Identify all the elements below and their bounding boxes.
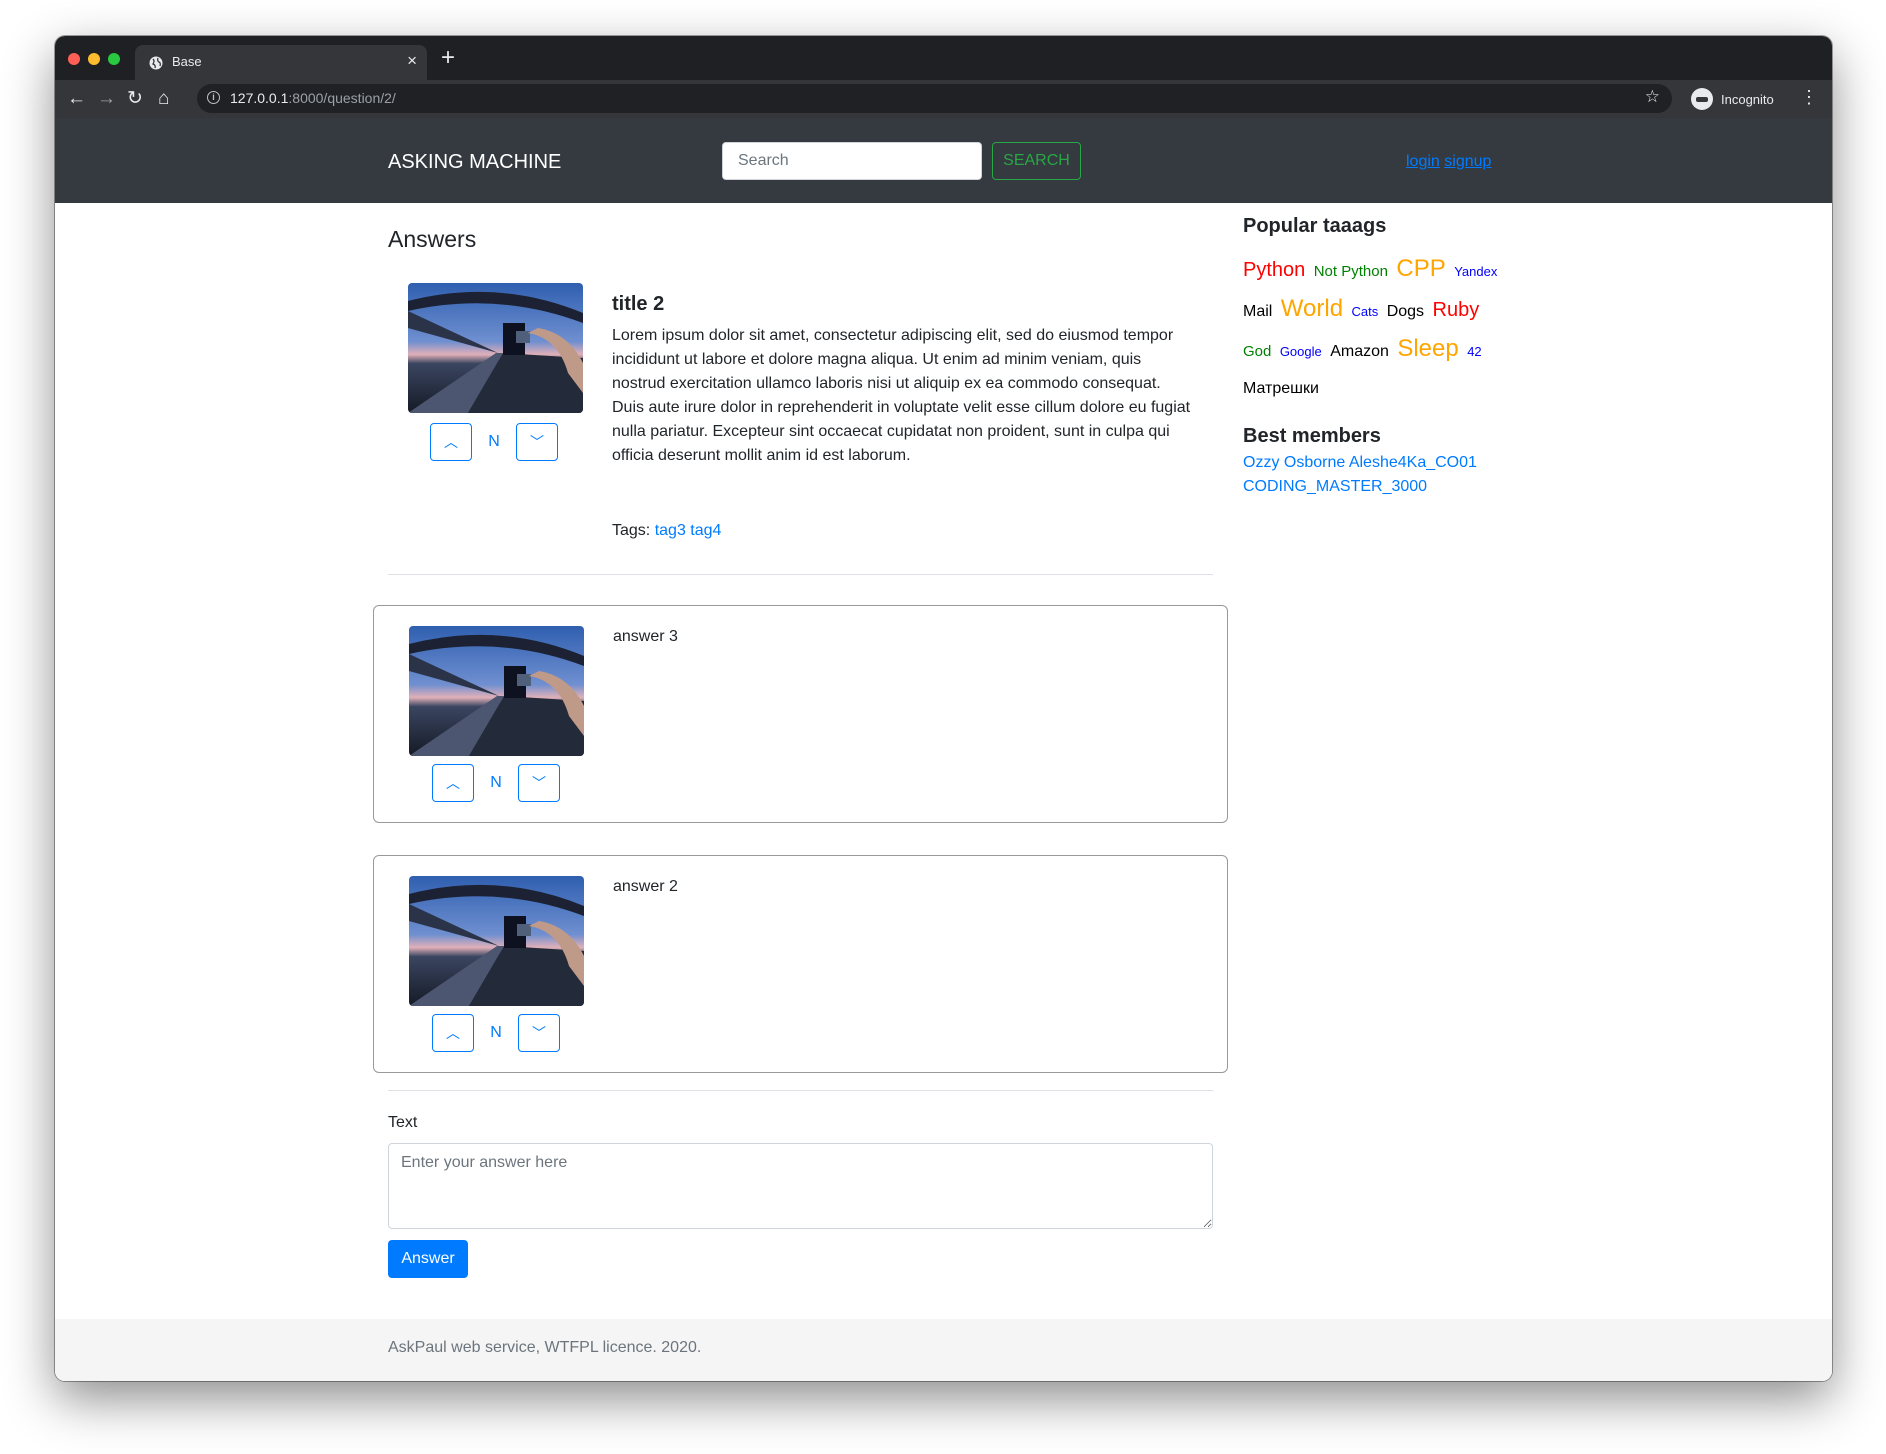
tag-cloud-item[interactable]: Yandex (1454, 264, 1497, 279)
vote-count: N (490, 1024, 502, 1041)
answer-image (409, 876, 584, 1006)
vote-count: N (488, 433, 500, 450)
tag-cloud-item[interactable]: Dogs (1387, 303, 1424, 320)
question-body: Lorem ipsum dolor sit amet, consectetur … (612, 327, 1191, 464)
answer-submit-button[interactable]: Answer (388, 1240, 468, 1278)
browser-window: Base × + ← → ↻ ⌂ i 127.0.0.1:8000/questi… (55, 36, 1832, 1381)
menu-kebab-icon[interactable]: ⋮ (1800, 88, 1818, 106)
incognito-label: Incognito (1721, 91, 1774, 107)
browser-toolbar: ← → ↻ ⌂ i 127.0.0.1:8000/question/2/ ☆ I… (55, 80, 1832, 118)
question-image (408, 283, 583, 413)
tag-cloud-item[interactable]: Sleep (1397, 335, 1458, 362)
site-footer: AskPaul web service, WTFPL licence. 2020… (55, 1319, 1832, 1381)
footer-text: AskPaul web service, WTFPL licence. 2020… (388, 1339, 702, 1356)
tag-cloud-item[interactable]: Cats (1352, 304, 1379, 319)
tag-link[interactable]: tag4 (690, 522, 721, 539)
address-bar[interactable]: i 127.0.0.1:8000/question/2/ ☆ (197, 84, 1672, 113)
signup-link[interactable]: signup (1444, 153, 1491, 170)
tag-cloud-item[interactable]: Amazon (1330, 343, 1389, 360)
url-host: 127.0.0.1 (230, 90, 289, 106)
member-link[interactable]: CODING_MASTER_3000 (1243, 478, 1427, 495)
downvote-button[interactable]: ﹀ (518, 1014, 560, 1052)
upvote-button[interactable]: ︿ (432, 1014, 474, 1052)
bookmark-star-icon[interactable]: ☆ (1645, 87, 1660, 107)
answer-text: answer 2 (613, 878, 678, 895)
tag-link[interactable]: tag3 (655, 522, 686, 539)
upvote-button[interactable]: ︿ (430, 423, 472, 461)
tab-active[interactable]: Base × (135, 45, 427, 80)
best-members-heading: Best members (1243, 425, 1381, 447)
url-path: :8000/question/2/ (288, 90, 396, 106)
member-link[interactable]: Ozzy Osborne (1243, 454, 1345, 471)
tag-cloud-item[interactable]: Матрешки (1243, 380, 1319, 397)
tag-cloud-item[interactable]: 42 (1467, 344, 1481, 359)
answer-form-label: Text (388, 1114, 418, 1131)
downvote-button[interactable]: ﹀ (518, 764, 560, 802)
auth-links: login signup (1406, 153, 1491, 171)
new-tab-icon[interactable]: + (441, 44, 455, 72)
answer-vote-controls: ︿ N ﹀ (432, 764, 560, 802)
tag-cloud-item[interactable]: God (1243, 343, 1271, 360)
site-info-icon[interactable]: i (207, 91, 220, 104)
bridge-photo (408, 283, 583, 413)
tag-cloud-item[interactable]: CPP (1396, 255, 1445, 282)
tag-cloud-item[interactable]: Google (1280, 344, 1322, 359)
answer-card: ︿ N ﹀ answer 2 (373, 855, 1228, 1073)
tab-bar: Base × + (55, 36, 1832, 80)
tag-cloud: Python Not Python CPP Yandex Mail World … (1243, 250, 1508, 407)
tags-label: Tags: (612, 522, 651, 539)
home-icon[interactable]: ⌂ (158, 88, 169, 110)
tag-cloud-item[interactable]: World (1281, 295, 1343, 322)
question-title: title 2 (612, 293, 665, 315)
question-tags: Tags: tag3 tag4 (612, 522, 721, 540)
question-vote-controls: ︿ N ﹀ (430, 423, 558, 461)
page: ASKING MACHINE SEARCH login signup Answe… (55, 118, 1832, 1381)
page-title: Answers (388, 226, 477, 252)
downvote-button[interactable]: ﹀ (516, 423, 558, 461)
forward-icon[interactable]: → (97, 88, 116, 110)
close-window-button[interactable] (68, 53, 80, 65)
minimize-window-button[interactable] (88, 53, 100, 65)
answer-image (409, 626, 584, 756)
site-brand[interactable]: ASKING MACHINE (388, 151, 561, 174)
popular-tags-heading: Popular taaags (1243, 215, 1387, 237)
tab-close-icon[interactable]: × (407, 51, 417, 71)
globe-icon (149, 56, 163, 70)
bridge-photo (409, 876, 584, 1006)
back-icon[interactable]: ← (67, 88, 86, 110)
answer-vote-controls: ︿ N ﹀ (432, 1014, 560, 1052)
maximize-window-button[interactable] (108, 53, 120, 65)
tag-cloud-item[interactable]: Python (1243, 259, 1305, 281)
answer-text: answer 3 (613, 628, 678, 645)
incognito-badge[interactable]: Incognito (1691, 85, 1774, 113)
divider (388, 574, 1213, 575)
url-text[interactable]: 127.0.0.1:8000/question/2/ (230, 90, 396, 106)
bridge-photo (409, 626, 584, 756)
tag-cloud-item[interactable]: Mail (1243, 303, 1272, 320)
reload-icon[interactable]: ↻ (127, 88, 143, 110)
tag-cloud-item[interactable]: Not Python (1314, 263, 1388, 280)
search-button[interactable]: SEARCH (992, 142, 1081, 180)
tag-cloud-item[interactable]: Ruby (1433, 299, 1480, 321)
best-members-list: Ozzy Osborne Aleshe4Ka_CO01 CODING_MASTE… (1243, 451, 1513, 499)
answer-textarea[interactable] (388, 1143, 1213, 1229)
tab-title: Base (172, 54, 202, 69)
search-input[interactable] (722, 142, 982, 180)
divider (388, 1090, 1213, 1091)
upvote-button[interactable]: ︿ (432, 764, 474, 802)
window-controls (68, 53, 120, 65)
member-link[interactable]: Aleshe4Ka_CO01 (1349, 454, 1477, 471)
login-link[interactable]: login (1406, 153, 1440, 170)
site-navbar: ASKING MACHINE SEARCH login signup (55, 118, 1832, 203)
answer-card: ︿ N ﹀ answer 3 (373, 605, 1228, 823)
incognito-icon (1691, 88, 1713, 110)
vote-count: N (490, 774, 502, 791)
